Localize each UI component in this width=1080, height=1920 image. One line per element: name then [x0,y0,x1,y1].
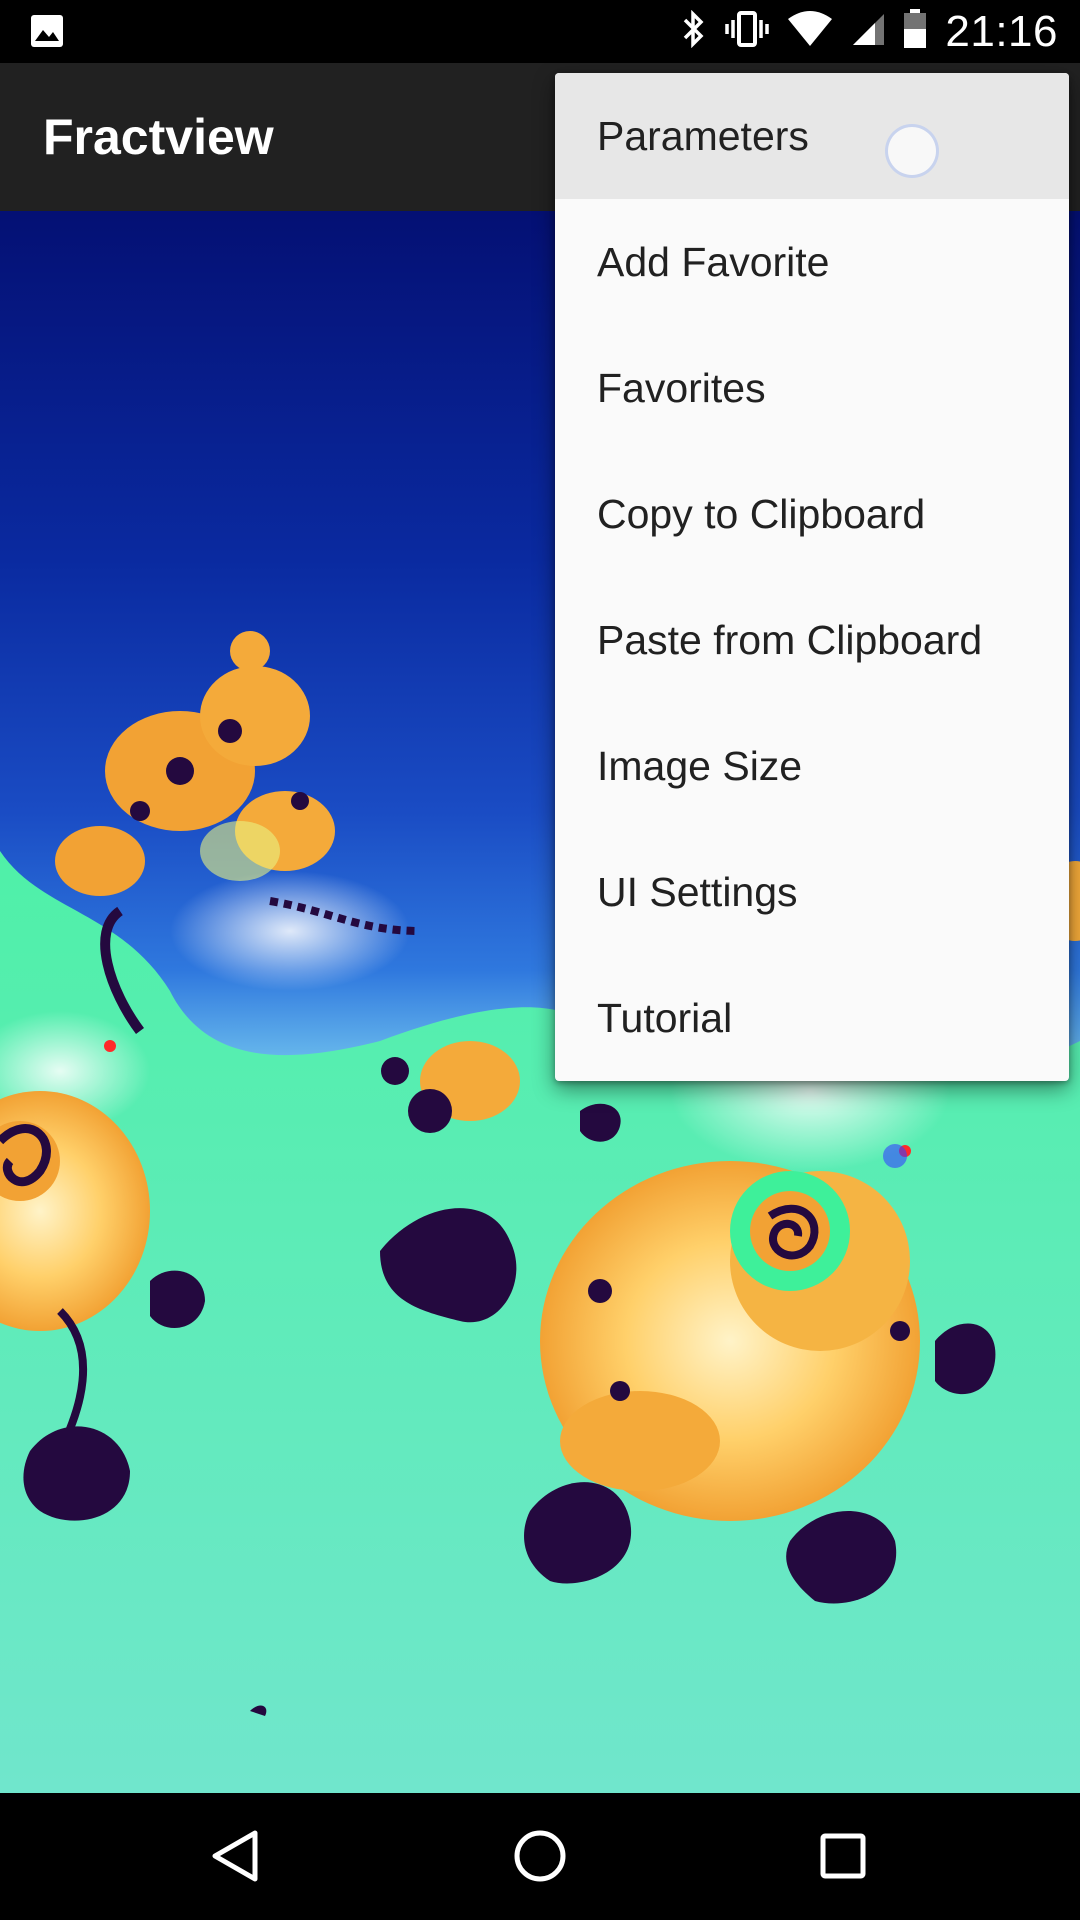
vibrate-icon [725,10,770,53]
menu-item-copy-to-clipboard[interactable]: Copy to Clipboard [555,451,1069,577]
status-time: 21:16 [945,6,1058,56]
home-icon[interactable] [505,1821,575,1891]
wifi-icon [787,11,833,52]
navigation-bar [0,1793,1080,1920]
menu-item-label: Paste from Clipboard [597,616,983,663]
menu-item-favorites[interactable]: Favorites [555,325,1069,451]
menu-item-label: Favorites [597,364,766,411]
touch-ripple [885,124,939,178]
image-notification-icon [30,14,64,53]
menu-item-label: Parameters [597,112,809,159]
menu-item-label: UI Settings [597,868,798,915]
menu-item-paste-from-clipboard[interactable]: Paste from Clipboard [555,577,1069,703]
back-icon[interactable] [203,1821,273,1891]
menu-item-label: Copy to Clipboard [597,490,926,537]
menu-item-label: Image Size [597,742,803,789]
bluetooth-icon [681,9,707,53]
app-title: Fractview [43,109,274,165]
menu-item-add-favorite[interactable]: Add Favorite [555,199,1069,325]
recents-icon[interactable] [808,1821,878,1891]
menu-item-image-size[interactable]: Image Size [555,703,1069,829]
battery-icon [903,9,927,54]
signal-icon [851,12,885,51]
menu-item-parameters[interactable]: Parameters [555,73,1069,199]
menu-item-tutorial[interactable]: Tutorial [555,955,1069,1081]
menu-item-ui-settings[interactable]: UI Settings [555,829,1069,955]
menu-item-label: Add Favorite [597,238,830,285]
status-bar: 21:16 [0,0,1080,63]
overflow-menu: Parameters Add Favorite Favorites Copy t… [555,73,1069,1081]
menu-item-label: Tutorial [597,994,733,1041]
